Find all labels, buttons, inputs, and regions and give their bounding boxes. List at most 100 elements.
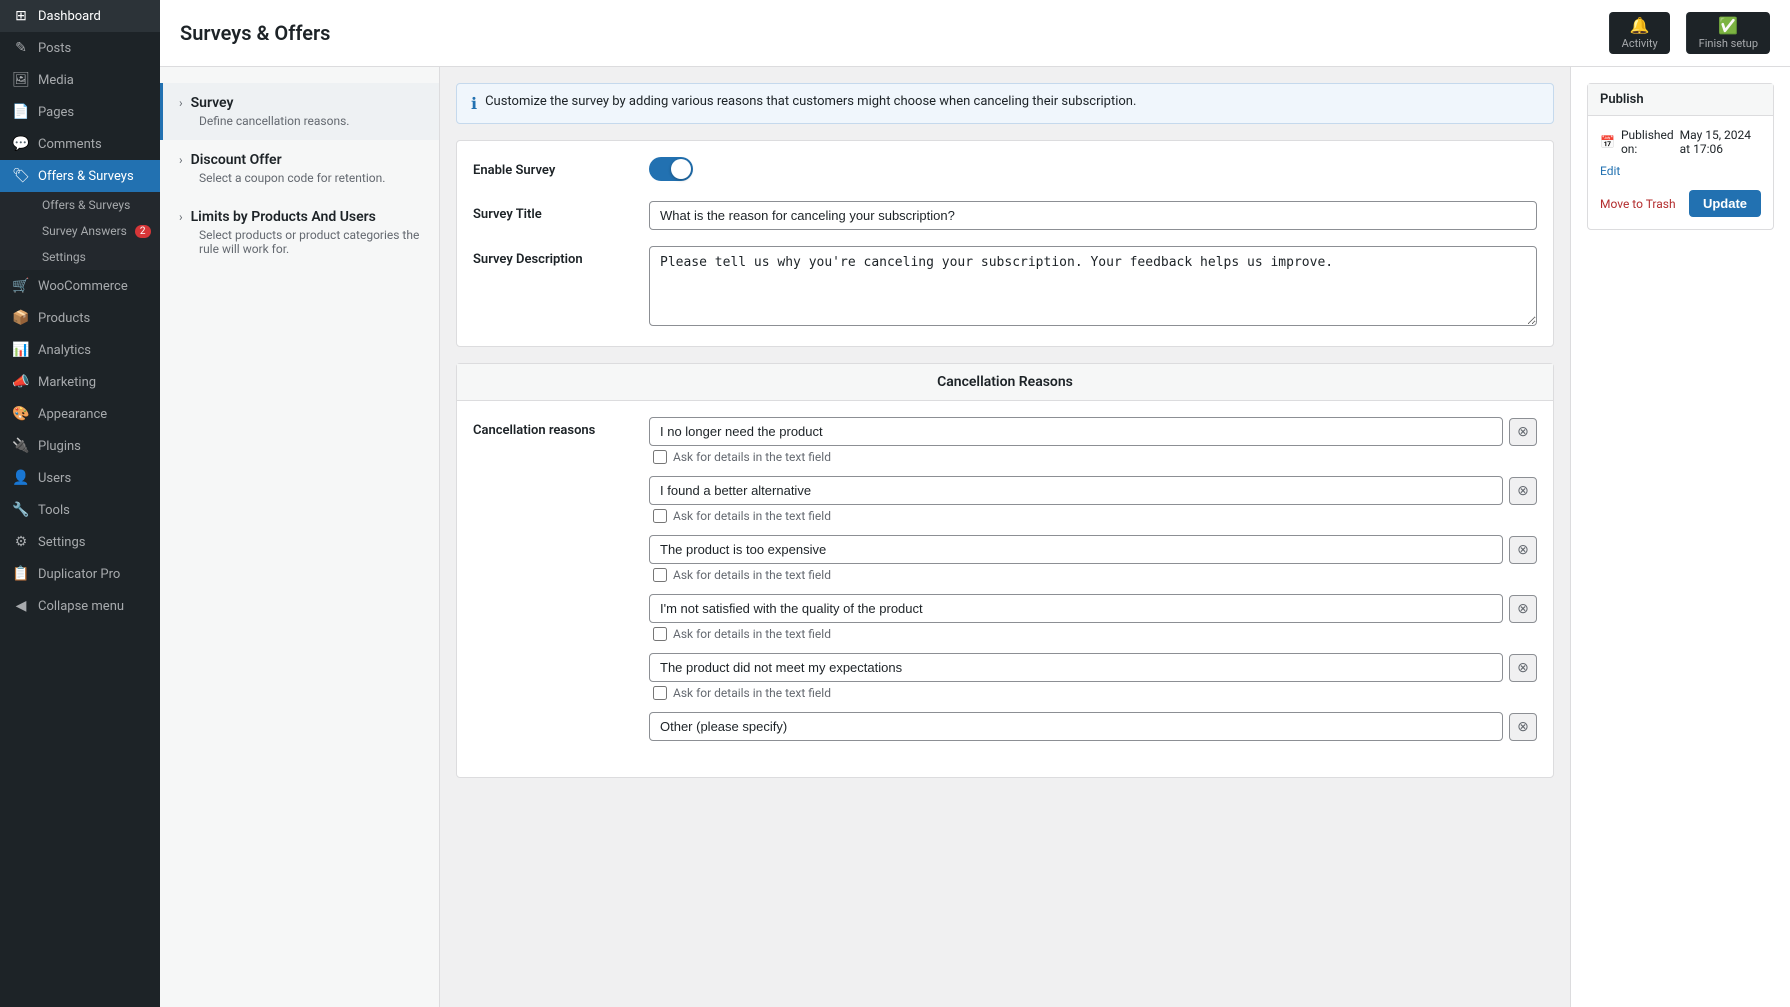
page-title: Surveys & Offers bbox=[180, 21, 330, 45]
sidebar-item-appearance[interactable]: 🎨 Appearance bbox=[0, 398, 160, 430]
remove-reason-4[interactable]: ⊗ bbox=[1509, 595, 1537, 623]
step-discount-desc: Select a coupon code for retention. bbox=[179, 171, 423, 185]
sidebar-item-pages[interactable]: 📄 Pages bbox=[0, 96, 160, 128]
remove-reason-6[interactable]: ⊗ bbox=[1509, 713, 1537, 741]
analytics-icon: 📊 bbox=[12, 342, 30, 358]
step-limits-desc: Select products or product categories th… bbox=[179, 228, 423, 256]
reason-input-row-4: ⊗ bbox=[649, 594, 1537, 623]
settings-icon: ⚙ bbox=[12, 534, 30, 550]
sidebar-label-offers-surveys: Offers & Surveys bbox=[38, 169, 134, 184]
sidebar-label-analytics: Analytics bbox=[38, 343, 91, 358]
reason-input-1[interactable] bbox=[649, 417, 1503, 446]
reason-input-6[interactable] bbox=[649, 712, 1503, 741]
sidebar-item-media[interactable]: 🖼 Media bbox=[0, 64, 160, 96]
enable-survey-toggle[interactable] bbox=[649, 157, 693, 181]
sidebar-label-pages: Pages bbox=[38, 105, 74, 120]
survey-title-label: Survey Title bbox=[473, 201, 633, 222]
tools-icon: 🔧 bbox=[12, 502, 30, 518]
survey-title-input[interactable] bbox=[649, 201, 1537, 230]
reason-input-4[interactable] bbox=[649, 594, 1503, 623]
woocommerce-icon: 🛒 bbox=[12, 278, 30, 294]
content-area: › Survey Define cancellation reasons. › … bbox=[160, 67, 1790, 1007]
remove-reason-3[interactable]: ⊗ bbox=[1509, 536, 1537, 564]
reason-input-row-1: ⊗ bbox=[649, 417, 1537, 446]
ask-details-checkbox-4[interactable] bbox=[653, 627, 667, 641]
reason-input-3[interactable] bbox=[649, 535, 1503, 564]
survey-title-control bbox=[649, 201, 1537, 230]
finish-setup-label: Finish setup bbox=[1699, 37, 1758, 50]
media-icon: 🖼 bbox=[12, 72, 30, 88]
sidebar-item-duplicator[interactable]: 📋 Duplicator Pro bbox=[0, 558, 160, 590]
sidebar-item-products[interactable]: 📦 Products bbox=[0, 302, 160, 334]
sidebar-item-collapse[interactable]: ◀ Collapse menu bbox=[0, 590, 160, 622]
reason-entry-5: ⊗ Ask for details in the text field bbox=[649, 653, 1537, 700]
sidebar-item-offers-surveys[interactable]: 🏷 Offers & Surveys bbox=[0, 160, 160, 192]
ask-details-checkbox-5[interactable] bbox=[653, 686, 667, 700]
step-survey-desc: Define cancellation reasons. bbox=[179, 114, 423, 128]
ask-details-row-1: Ask for details in the text field bbox=[649, 450, 1537, 464]
activity-label: Activity bbox=[1622, 37, 1658, 50]
sidebar-item-comments[interactable]: 💬 Comments bbox=[0, 128, 160, 160]
sidebar-item-dashboard[interactable]: ⊞ Dashboard bbox=[0, 0, 160, 32]
sidebar-label-woocommerce: WooCommerce bbox=[38, 279, 128, 294]
ask-details-row-5: Ask for details in the text field bbox=[649, 686, 1537, 700]
published-date: May 15, 2024 at 17:06 bbox=[1680, 128, 1761, 156]
step-discount-offer[interactable]: › Discount Offer Select a coupon code fo… bbox=[160, 140, 439, 197]
survey-description-label: Survey Description bbox=[473, 246, 633, 267]
dashboard-icon: ⊞ bbox=[12, 8, 30, 24]
cancellation-reasons-section: Cancellation Reasons Cancellation reason… bbox=[456, 363, 1554, 778]
sidebar-label-collapse: Collapse menu bbox=[38, 599, 124, 614]
move-to-trash-link[interactable]: Move to Trash bbox=[1600, 197, 1676, 211]
publish-box-body: 📅 Published on: May 15, 2024 at 17:06 Ed… bbox=[1588, 116, 1773, 229]
sidebar-item-offers-surveys-sub[interactable]: Offers & Surveys bbox=[30, 192, 160, 218]
sidebar-item-tools[interactable]: 🔧 Tools bbox=[0, 494, 160, 526]
survey-form-section: Enable Survey Survey Title bbox=[456, 140, 1554, 347]
published-info: 📅 Published on: May 15, 2024 at 17:06 bbox=[1600, 128, 1761, 156]
step-survey[interactable]: › Survey Define cancellation reasons. bbox=[160, 83, 439, 140]
info-icon: ℹ bbox=[471, 94, 477, 113]
sidebar-label-products: Products bbox=[38, 311, 90, 326]
reason-input-2[interactable] bbox=[649, 476, 1503, 505]
reason-input-5[interactable] bbox=[649, 653, 1503, 682]
ask-details-label-3: Ask for details in the text field bbox=[673, 568, 831, 582]
survey-answers-badge: 2 bbox=[135, 225, 151, 238]
publish-box-header: Publish bbox=[1588, 84, 1773, 116]
ask-details-row-4: Ask for details in the text field bbox=[649, 627, 1537, 641]
sidebar-item-plugins[interactable]: 🔌 Plugins bbox=[0, 430, 160, 462]
remove-reason-1[interactable]: ⊗ bbox=[1509, 418, 1537, 446]
finish-setup-button[interactable]: ✅ Finish setup bbox=[1686, 12, 1770, 54]
edit-link[interactable]: Edit bbox=[1600, 164, 1761, 178]
appearance-icon: 🎨 bbox=[12, 406, 30, 422]
sidebar-item-marketing[interactable]: 📣 Marketing bbox=[0, 366, 160, 398]
survey-description-textarea[interactable] bbox=[649, 246, 1537, 326]
ask-details-checkbox-3[interactable] bbox=[653, 568, 667, 582]
step-limits[interactable]: › Limits by Products And Users Select pr… bbox=[160, 197, 439, 268]
ask-details-checkbox-1[interactable] bbox=[653, 450, 667, 464]
sidebar-item-posts[interactable]: ✎ Posts bbox=[0, 32, 160, 64]
reason-entry-2: ⊗ Ask for details in the text field bbox=[649, 476, 1537, 523]
ask-details-row-2: Ask for details in the text field bbox=[649, 509, 1537, 523]
remove-reason-2[interactable]: ⊗ bbox=[1509, 477, 1537, 505]
sidebar-item-analytics[interactable]: 📊 Analytics bbox=[0, 334, 160, 366]
ask-details-checkbox-2[interactable] bbox=[653, 509, 667, 523]
sidebar-label-appearance: Appearance bbox=[38, 407, 107, 422]
sidebar-submenu-offers: Offers & Surveys Survey Answers 2 Settin… bbox=[0, 192, 160, 270]
survey-title-row: Survey Title bbox=[473, 201, 1537, 230]
update-button[interactable]: Update bbox=[1689, 190, 1761, 217]
toggle-knob bbox=[671, 159, 691, 179]
products-icon: 📦 bbox=[12, 310, 30, 326]
sidebar-item-users[interactable]: 👤 Users bbox=[0, 462, 160, 494]
sidebar-item-woocommerce[interactable]: 🛒 WooCommerce bbox=[0, 270, 160, 302]
ask-details-label-5: Ask for details in the text field bbox=[673, 686, 831, 700]
activity-button[interactable]: 🔔 Activity bbox=[1609, 12, 1670, 54]
sidebar-item-settings[interactable]: ⚙ Settings bbox=[0, 526, 160, 558]
reason-input-row-2: ⊗ bbox=[649, 476, 1537, 505]
users-icon: 👤 bbox=[12, 470, 30, 486]
reason-input-row-5: ⊗ bbox=[649, 653, 1537, 682]
sidebar-label-tools: Tools bbox=[38, 503, 70, 518]
ask-details-label-1: Ask for details in the text field bbox=[673, 450, 831, 464]
survey-description-control bbox=[649, 246, 1537, 330]
remove-reason-5[interactable]: ⊗ bbox=[1509, 654, 1537, 682]
sidebar-item-settings-sub[interactable]: Settings bbox=[30, 244, 160, 270]
sidebar-item-survey-answers[interactable]: Survey Answers 2 bbox=[30, 218, 160, 244]
